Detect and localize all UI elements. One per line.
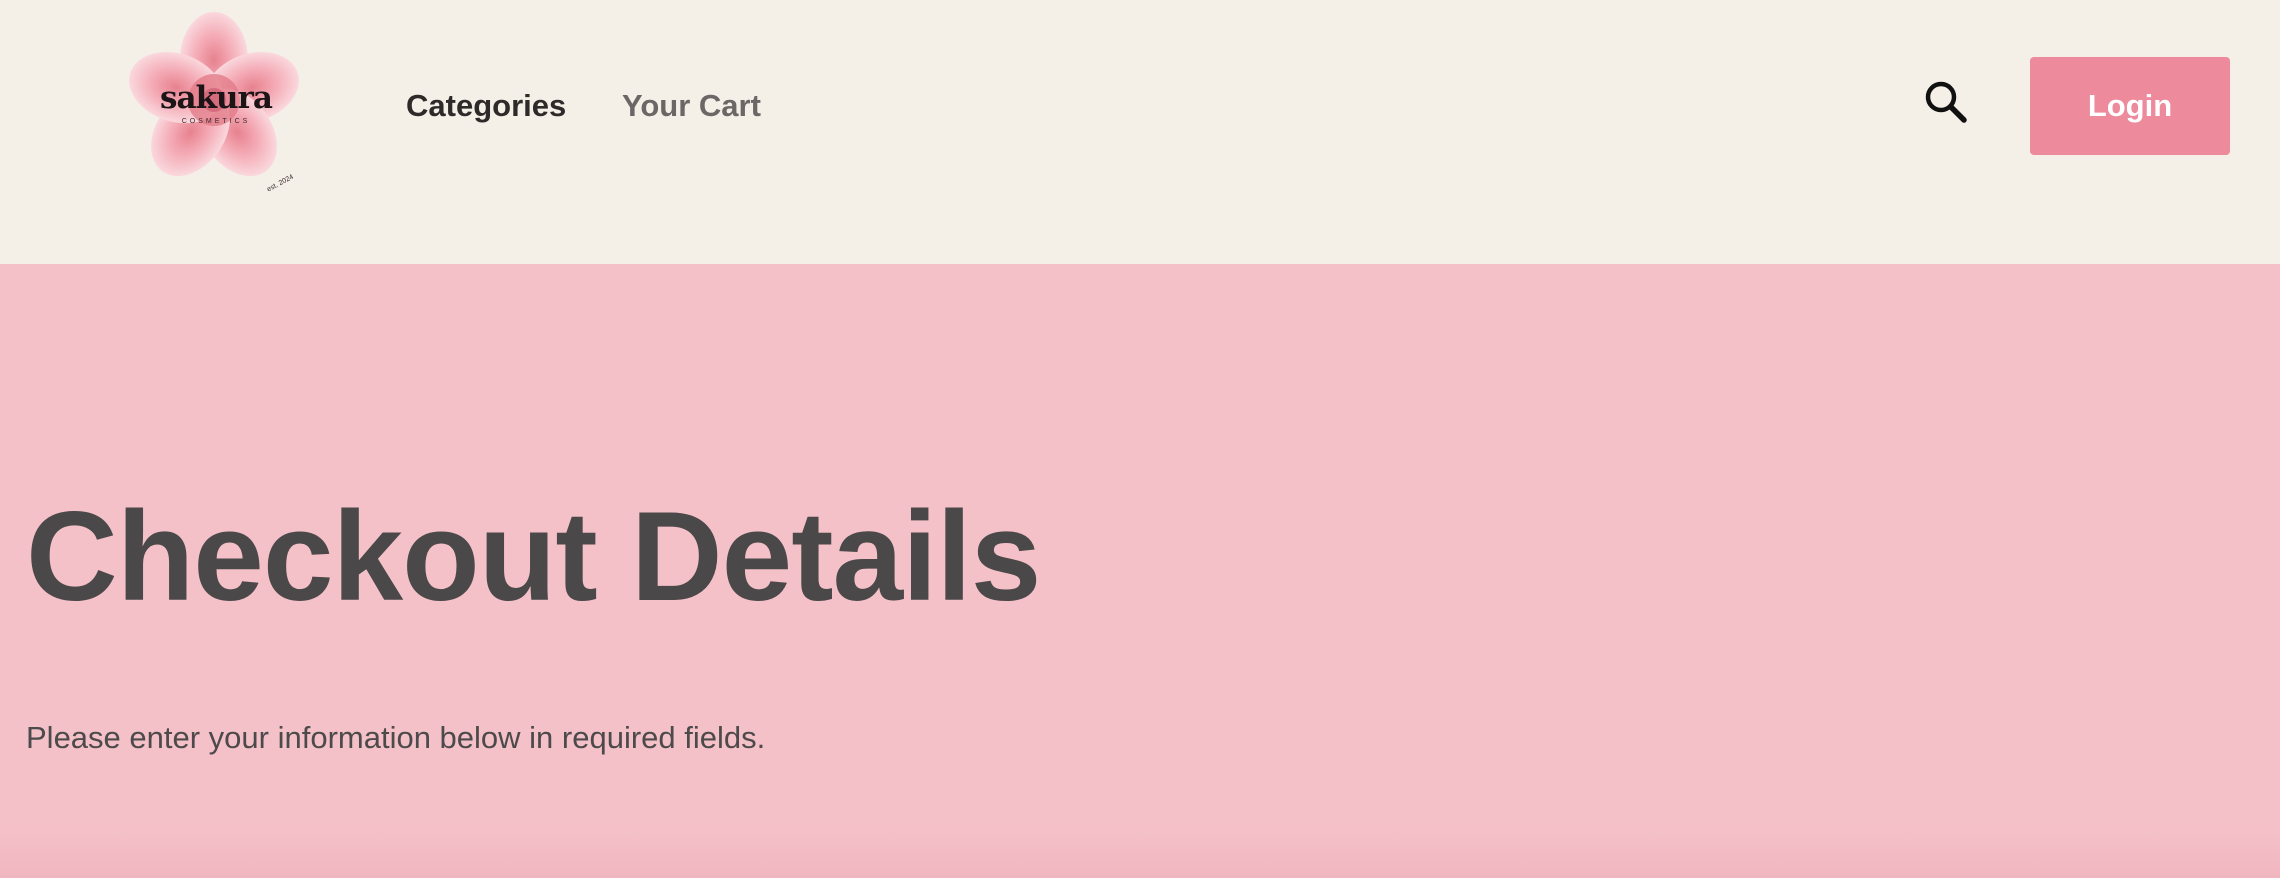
page-title: Checkout Details [26,485,1041,627]
search-icon [1925,81,1967,123]
nav-your-cart[interactable]: Your Cart [622,86,761,126]
login-button[interactable]: Login [2030,57,2230,155]
nav-categories[interactable]: Categories [406,86,566,126]
sakura-logo[interactable]: sakura COSMETICS est. 2024 [122,8,310,196]
logo-subtitle: COSMETICS [181,118,251,125]
search-button[interactable] [1922,78,1970,126]
site-header: sakura COSMETICS est. 2024 Categories Yo… [0,0,2280,264]
checkout-hero: Checkout Details Please enter your infor… [0,264,2280,878]
logo-wordmark: sakura [160,80,273,116]
page-subtitle: Please enter your information below in r… [26,720,766,755]
